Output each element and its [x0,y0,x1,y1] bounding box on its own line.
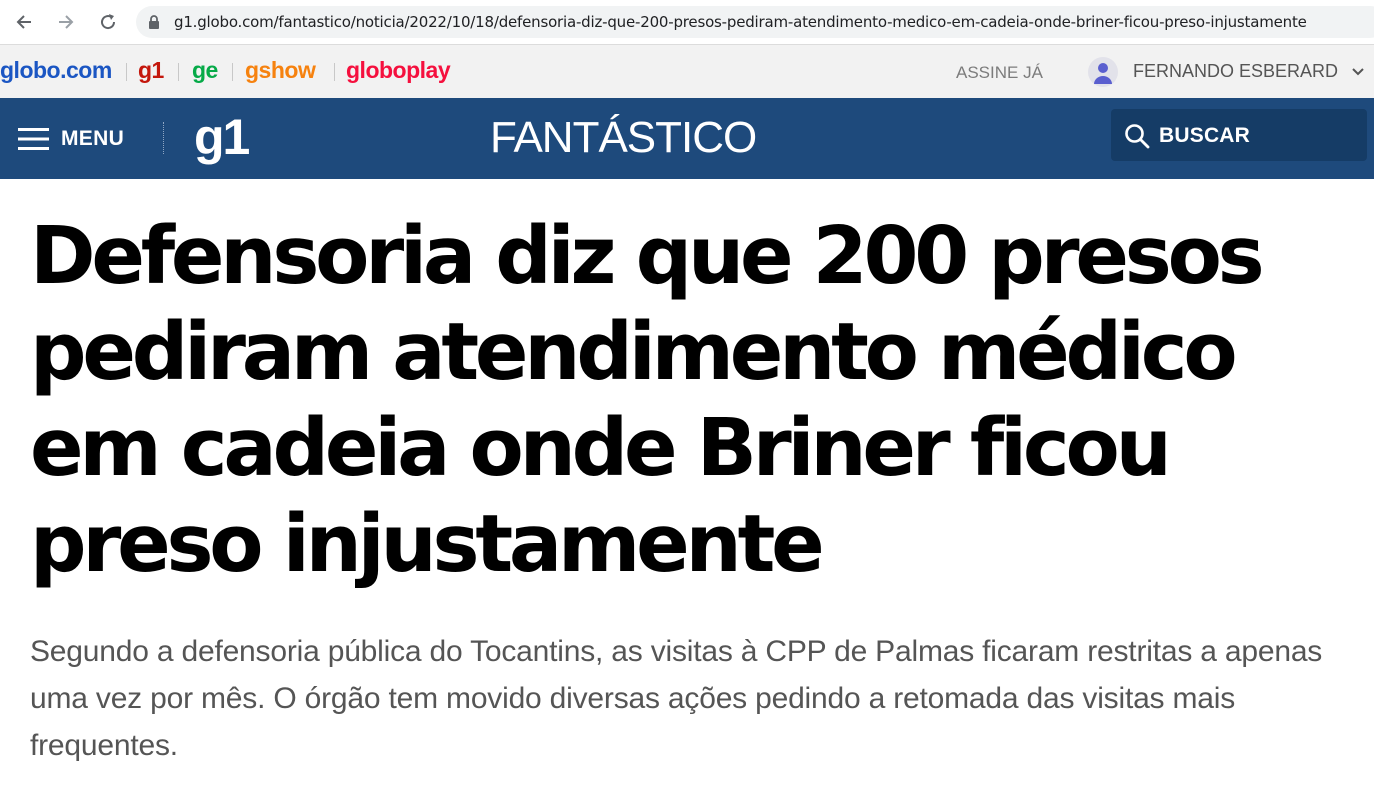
g1-logo[interactable]: g1 [194,108,250,166]
divider [163,122,164,154]
reload-icon [101,14,116,30]
lock-icon [149,15,159,29]
site-header: MENU g1 FANTÁSTICO BUSCAR [0,98,1374,179]
globo-network-bar: globo.com g1 ge gshow globoplay ASSINE J… [0,45,1374,98]
user-name[interactable]: FERNANDO ESBERARD [1133,61,1338,82]
subscribe-link[interactable]: ASSINE JÁ [956,63,1043,83]
divider [232,63,233,81]
avatar[interactable] [1088,57,1118,87]
divider [334,63,335,81]
brand-link-gshow[interactable]: gshow [245,57,316,84]
brand-link-g1[interactable]: g1 [138,57,164,84]
article-title: Defensoria diz que 200 presos pediram at… [30,210,1265,590]
browser-toolbar: g1.globo.com/fantastico/noticia/2022/10/… [0,0,1374,45]
arrow-left-icon [16,15,31,29]
section-title[interactable]: FANTÁSTICO [490,113,757,163]
menu-button[interactable]: MENU [18,124,124,154]
user-icon [1094,63,1112,84]
address-bar[interactable]: g1.globo.com/fantastico/noticia/2022/10/… [136,6,1374,38]
hamburger-icon [18,128,49,150]
chevron-down-icon[interactable] [1352,67,1364,77]
back-button[interactable] [10,8,38,36]
brand-link-globoplay[interactable]: globoplay [346,57,451,84]
arrow-right-icon [59,15,74,29]
menu-label: MENU [61,127,125,150]
brand-link-globo[interactable]: globo.com [0,57,112,84]
search-button[interactable]: BUSCAR [1111,109,1367,161]
search-label: BUSCAR [1159,124,1251,147]
article-subtitle: Segundo a defensoria pública do Tocantin… [30,635,1323,762]
brand-link-ge[interactable]: ge [192,57,218,84]
divider [178,63,179,81]
search-icon [1125,124,1150,149]
url-text: g1.globo.com/fantastico/noticia/2022/10/… [174,13,1307,31]
forward-button[interactable] [52,8,80,36]
divider [126,63,127,81]
reload-button[interactable] [94,8,122,36]
